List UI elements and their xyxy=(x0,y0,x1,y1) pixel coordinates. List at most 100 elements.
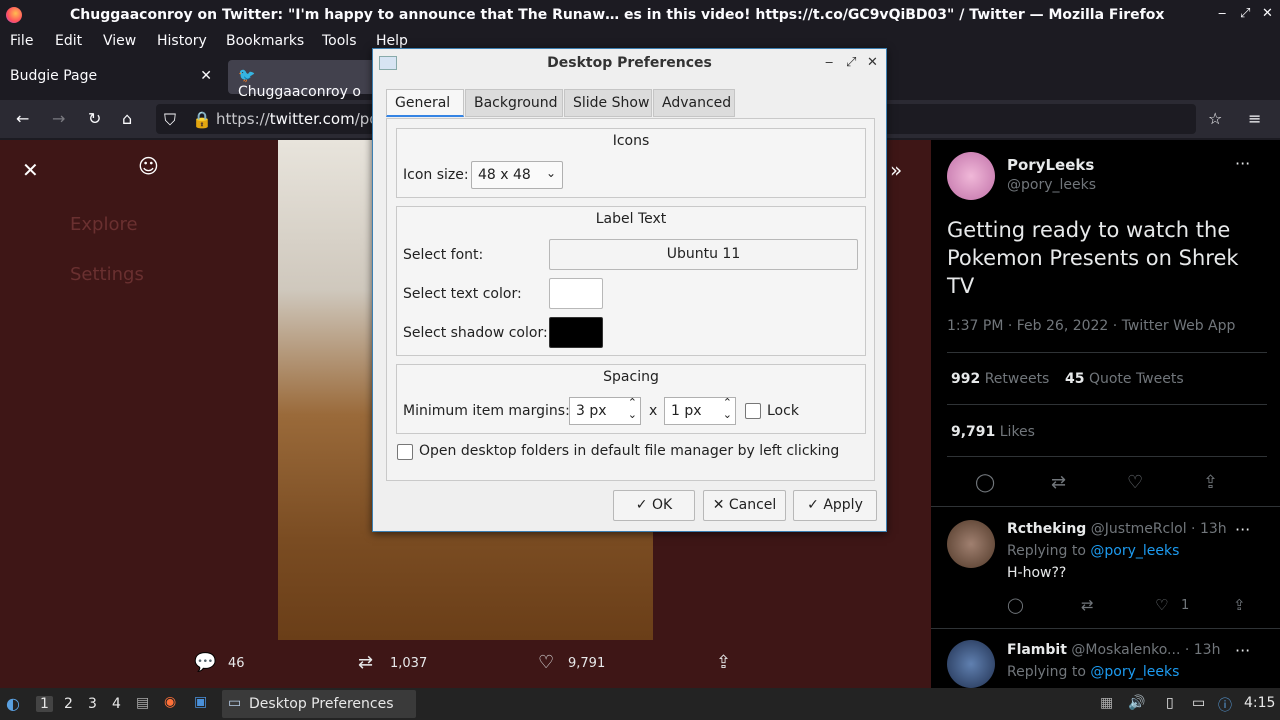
side-menu-explore[interactable]: Explore xyxy=(70,214,138,235)
likes-stat[interactable]: 9,791 Likes xyxy=(951,424,1035,440)
tab-budgie-page[interactable]: Budgie Page ✕ xyxy=(0,60,222,94)
share-icon[interactable]: ⇪ xyxy=(1203,472,1218,493)
author-name[interactable]: PoryLeeks xyxy=(1007,156,1094,174)
minimize-icon[interactable]: ‒ xyxy=(825,49,833,77)
side-menu-settings[interactable]: Settings xyxy=(70,264,144,285)
icons-frame: Icons Icon size: 48 x 48 ⌄ xyxy=(396,128,866,198)
home-icon[interactable]: ⌂ xyxy=(122,109,132,128)
minimize-icon[interactable]: ‒ xyxy=(1218,6,1226,21)
tab-advanced[interactable]: Advanced xyxy=(653,89,735,117)
lock-checkbox[interactable] xyxy=(745,403,761,419)
general-tab-panel: Icons Icon size: 48 x 48 ⌄ Label Text Se… xyxy=(386,118,875,481)
workspace-4[interactable]: 4 xyxy=(112,696,121,712)
font-button[interactable]: Ubuntu 11 xyxy=(549,239,858,270)
tweet-meta: 1:37 PM · Feb 26, 2022 · Twitter Web App xyxy=(947,318,1236,334)
retweet-icon[interactable]: ⇄ xyxy=(358,652,373,673)
file-manager-icon[interactable]: ▤ xyxy=(136,695,149,711)
taskbar-window-desktop-preferences[interactable]: ▭ Desktop Preferences xyxy=(222,690,416,718)
retweets-stat[interactable]: 992 Retweets xyxy=(951,371,1049,387)
network-icon[interactable]: ▭ xyxy=(1192,695,1205,711)
workspace-3[interactable]: 3 xyxy=(88,696,97,712)
workspace-2[interactable]: 2 xyxy=(64,696,73,712)
retweet-icon[interactable]: ⇄ xyxy=(1051,472,1066,493)
clock[interactable]: 4:15 xyxy=(1244,695,1275,711)
text-color-button[interactable] xyxy=(549,278,603,309)
menu-help[interactable]: Help xyxy=(376,33,408,49)
like-icon[interactable]: ♡ xyxy=(1127,472,1143,493)
close-icon[interactable]: ✕ xyxy=(1262,6,1273,21)
reply-header[interactable]: Flambit @Moskalenko... · 13h xyxy=(1007,642,1220,658)
menu-history[interactable]: History xyxy=(157,33,207,49)
reply-icon[interactable]: ◯ xyxy=(975,472,995,493)
firefox-icon[interactable]: ◉ xyxy=(164,694,176,710)
margin-y-value: 1 px xyxy=(671,403,702,419)
tab-chuggaaconroy[interactable]: 🐦 Chuggaaconroy o xyxy=(228,60,378,100)
back-icon[interactable]: ← xyxy=(16,109,29,128)
reload-icon[interactable]: ↻ xyxy=(88,109,101,128)
reply-icon[interactable]: ◯ xyxy=(1007,596,1024,614)
apply-button[interactable]: ✓ Apply xyxy=(793,490,877,521)
tab-close-icon[interactable]: ✕ xyxy=(200,68,212,84)
avatar[interactable] xyxy=(947,520,995,568)
share-icon[interactable]: ⇪ xyxy=(716,652,731,673)
spin-arrows-icon[interactable]: ⌃ ⌄ xyxy=(628,397,637,421)
tab-slide-show[interactable]: Slide Show xyxy=(564,89,652,117)
like-icon[interactable]: ♡ xyxy=(538,652,554,673)
forward-icon[interactable]: → xyxy=(52,109,65,128)
ok-button[interactable]: ✓ OK xyxy=(613,490,695,521)
divider xyxy=(931,506,1280,507)
spin-arrows-icon[interactable]: ⌃ ⌄ xyxy=(723,397,732,421)
menu-view[interactable]: View xyxy=(103,33,136,49)
expand-panel-icon[interactable]: » xyxy=(890,158,902,182)
divider xyxy=(947,456,1267,457)
clipboard-icon[interactable]: ▯ xyxy=(1166,695,1174,711)
menu-tools[interactable]: Tools xyxy=(322,33,357,49)
select-text-color-label: Select text color: xyxy=(403,286,522,302)
notification-icon[interactable]: ⓘ xyxy=(1218,695,1232,715)
bookmark-star-icon[interactable]: ☆ xyxy=(1208,109,1222,128)
dialog-titlebar[interactable]: Desktop Preferences ‒ ⤢ ✕ xyxy=(373,49,886,77)
author-handle[interactable]: @pory_leeks xyxy=(1007,177,1096,193)
retweet-icon[interactable]: ⇄ xyxy=(1081,596,1094,614)
tray-icon[interactable]: ▦ xyxy=(1100,695,1113,711)
maximize-icon[interactable]: ⤢ xyxy=(846,49,856,77)
volume-icon[interactable]: 🔊 xyxy=(1128,695,1145,711)
desktop-icon[interactable]: ▣ xyxy=(194,694,207,710)
workspace-1[interactable]: 1 xyxy=(36,696,53,712)
more-options-icon[interactable]: ··· xyxy=(1235,520,1250,539)
cancel-button[interactable]: ✕ Cancel xyxy=(703,490,786,521)
avatar[interactable] xyxy=(947,152,995,200)
margin-x-spinner[interactable]: 3 px ⌃ ⌄ xyxy=(569,397,641,425)
reply-icon[interactable]: 💬 xyxy=(194,652,216,673)
tab-background[interactable]: Background xyxy=(465,89,563,117)
tab-general[interactable]: General xyxy=(386,89,464,117)
like-icon[interactable]: ♡ xyxy=(1155,596,1168,614)
lock-icon[interactable]: 🔒 xyxy=(192,110,212,129)
replying-to: Replying to @pory_leeks xyxy=(1007,664,1180,680)
quote-tweets-stat[interactable]: 45 Quote Tweets xyxy=(1065,371,1184,387)
menu-bookmarks[interactable]: Bookmarks xyxy=(226,33,304,49)
share-icon[interactable]: ⇪ xyxy=(1233,596,1246,614)
more-options-icon[interactable]: ··· xyxy=(1235,641,1250,660)
shadow-color-button[interactable] xyxy=(549,317,603,348)
divider xyxy=(947,352,1267,353)
reply-header[interactable]: Rctheking @JustmeRclol · 13h xyxy=(1007,521,1227,537)
margin-y-spinner[interactable]: 1 px ⌃ ⌄ xyxy=(664,397,736,425)
window-icon: ▭ xyxy=(228,695,242,711)
label-text-frame: Label Text Select font: Ubuntu 11 Select… xyxy=(396,206,866,356)
maximize-icon[interactable]: ⤢ xyxy=(1240,6,1250,21)
more-options-icon[interactable]: ··· xyxy=(1235,154,1250,173)
icon-size-combo[interactable]: 48 x 48 ⌄ xyxy=(471,161,563,189)
avatar[interactable] xyxy=(947,640,995,688)
dialog-title: Desktop Preferences xyxy=(547,55,712,71)
close-icon[interactable]: ✕ xyxy=(867,49,878,77)
shield-icon[interactable]: ⛉ xyxy=(164,110,176,130)
icon-size-label: Icon size: xyxy=(403,167,469,183)
check-icon: ✓ xyxy=(807,497,819,513)
menu-file[interactable]: File xyxy=(10,33,33,49)
close-media-icon[interactable]: ✕ xyxy=(22,158,39,182)
menu-edit[interactable]: Edit xyxy=(55,33,82,49)
hamburger-menu-icon[interactable]: ≡ xyxy=(1248,109,1261,128)
open-folders-checkbox[interactable] xyxy=(397,444,413,460)
start-menu-icon[interactable]: ◐ xyxy=(6,694,20,713)
